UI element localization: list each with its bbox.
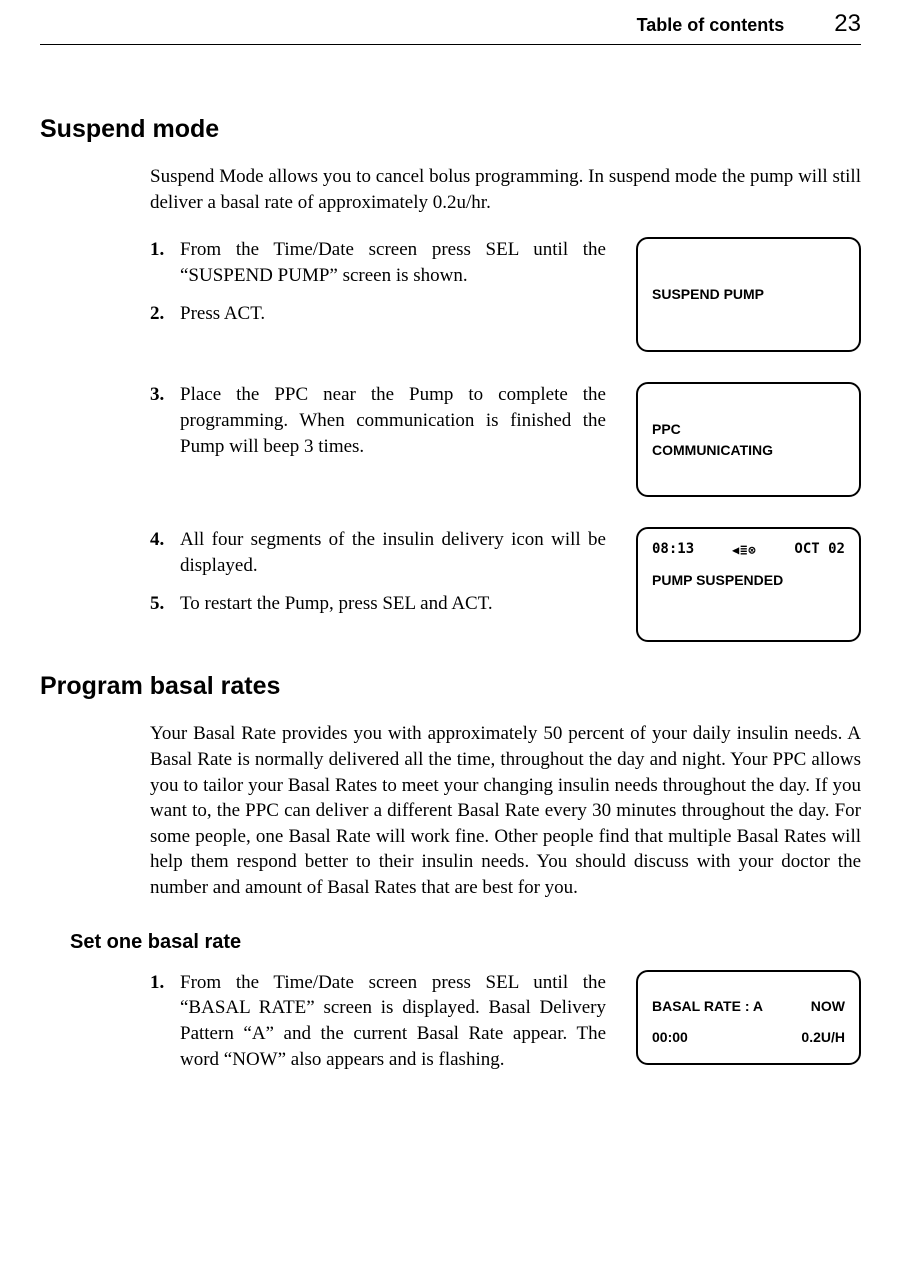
device-line: COMMUNICATING (652, 440, 845, 461)
step-block-2: 3. Place the PPC near the Pump to comple… (150, 382, 861, 497)
page-number: 23 (834, 10, 861, 38)
device-basal-label: BASAL RATE : A (652, 996, 763, 1017)
step-number: 5. (150, 591, 168, 617)
device-status-icons: ◀≣⊗ (732, 541, 757, 559)
step-text: From the Time/Date screen press SEL unti… (180, 237, 606, 288)
step: 1. From the Time/Date screen press SEL u… (150, 970, 606, 1073)
header-toc-label: Table of contents (637, 15, 785, 36)
step-text: From the Time/Date screen press SEL unti… (180, 970, 606, 1073)
device-text: SUSPEND PUMP (652, 284, 845, 305)
device-screen-suspend: SUSPEND PUMP (636, 237, 861, 352)
step-text: All four segments of the insulin deliver… (180, 527, 606, 578)
step-list: 1. From the Time/Date screen press SEL u… (150, 970, 606, 1085)
step-block-4: 1. From the Time/Date screen press SEL u… (150, 970, 861, 1085)
step-number: 2. (150, 301, 168, 327)
step-list: 4. All four segments of the insulin deli… (150, 527, 606, 628)
section-basal-title: Program basal rates (40, 672, 861, 701)
section-suspend-intro: Suspend Mode allows you to cancel bolus … (150, 164, 861, 215)
section-basal-intro: Your Basal Rate provides you with approx… (150, 721, 861, 900)
step-text: Press ACT. (180, 301, 606, 327)
device-time: 08:13 (652, 539, 694, 560)
step-block-1: 1. From the Time/Date screen press SEL u… (150, 237, 861, 352)
step-text: To restart the Pump, press SEL and ACT. (180, 591, 606, 617)
device-screen-suspended: 08:13 ◀≣⊗ OCT 02 PUMP SUSPENDED (636, 527, 861, 642)
step: 4. All four segments of the insulin deli… (150, 527, 606, 578)
step-text: Place the PPC near the Pump to complete … (180, 382, 606, 459)
step-list: 1. From the Time/Date screen press SEL u… (150, 237, 606, 338)
device-screen-basal: BASAL RATE : A NOW 00:00 0.2U/H (636, 970, 861, 1065)
device-basal-time: 00:00 (652, 1027, 688, 1048)
device-line: PPC (652, 419, 845, 440)
step-number: 1. (150, 970, 168, 996)
section-basal-sub: Set one basal rate (70, 931, 861, 954)
step-number: 3. (150, 382, 168, 408)
step: 2. Press ACT. (150, 301, 606, 327)
device-basal-top: BASAL RATE : A NOW (652, 996, 845, 1017)
device-basal-rate: 0.2U/H (801, 1027, 845, 1048)
section-suspend-title: Suspend mode (40, 115, 861, 144)
step: 1. From the Time/Date screen press SEL u… (150, 237, 606, 288)
step-number: 1. (150, 237, 168, 263)
device-screen-communicating: PPC COMMUNICATING (636, 382, 861, 497)
step-block-3: 4. All four segments of the insulin deli… (150, 527, 861, 642)
page-header: Table of contents 23 (40, 10, 861, 45)
device-text: PPC COMMUNICATING (652, 419, 845, 461)
step: 3. Place the PPC near the Pump to comple… (150, 382, 606, 459)
step: 5. To restart the Pump, press SEL and AC… (150, 591, 606, 617)
step-list: 3. Place the PPC near the Pump to comple… (150, 382, 606, 471)
device-basal-now: NOW (811, 996, 845, 1017)
device-basal-bottom: 00:00 0.2U/H (652, 1027, 845, 1048)
device-date: OCT 02 (794, 539, 845, 560)
device-status-bar: 08:13 ◀≣⊗ OCT 02 (652, 539, 845, 560)
device-text: PUMP SUSPENDED (652, 570, 845, 591)
page: Table of contents 23 Suspend mode Suspen… (0, 0, 901, 1174)
step-number: 4. (150, 527, 168, 553)
